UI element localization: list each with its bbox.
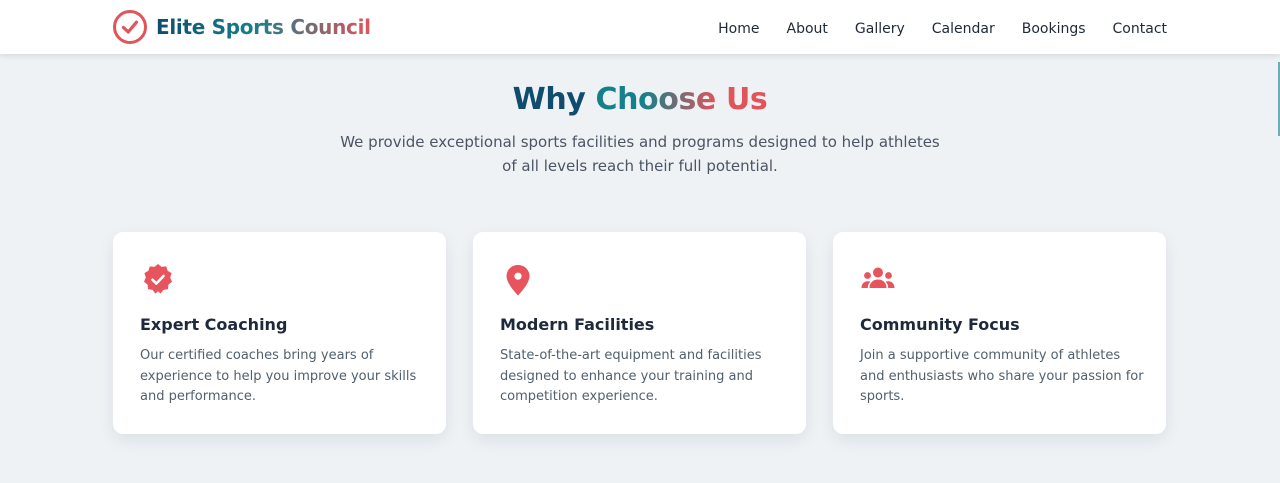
section-title-part-1: Why	[512, 82, 586, 117]
section-subtitle: We provide exceptional sports facilities…	[340, 133, 940, 175]
feature-card-expert-coaching: Expert Coaching Our certified coaches br…	[113, 232, 446, 434]
badge-check-icon	[144, 264, 172, 294]
nav-item-contact: Contact	[1113, 18, 1167, 37]
main-nav: Home About Gallery Calendar Bookings Con…	[718, 0, 1167, 54]
feature-title: Community Focus	[860, 315, 1020, 334]
nav-item-gallery: Gallery	[855, 18, 905, 37]
nav-item-about: About	[787, 18, 828, 37]
nav-link-bookings[interactable]: Bookings	[1022, 21, 1086, 37]
section-title-part-3: Us	[725, 82, 768, 117]
check-circle-icon	[113, 10, 147, 44]
nav-link-home[interactable]: Home	[718, 21, 759, 37]
section-title-part-2: Choose	[595, 82, 716, 117]
nav-item-calendar: Calendar	[932, 18, 995, 37]
feature-description: Join a supportive community of athletes …	[860, 348, 1144, 404]
map-pin-icon	[506, 265, 530, 296]
nav-link-gallery[interactable]: Gallery	[855, 21, 905, 37]
nav-link-about[interactable]: About	[787, 21, 828, 37]
feature-description: Our certified coaches bring years of exp…	[140, 348, 417, 404]
feature-title: Expert Coaching	[140, 315, 288, 334]
brand-logo-link[interactable]: Elite Sports Council	[112, 9, 371, 45]
nav-link-contact[interactable]: Contact	[1113, 21, 1167, 37]
top-navbar: Elite Sports Council Home About Gallery …	[0, 0, 1280, 54]
feature-card-community-focus: Community Focus Join a supportive commun…	[833, 232, 1166, 434]
nav-link-calendar[interactable]: Calendar	[932, 21, 995, 37]
feature-description: State-of-the-art equipment and facilitie…	[500, 348, 762, 404]
nav-item-home: Home	[718, 18, 759, 37]
feature-title: Modern Facilities	[500, 315, 655, 334]
brand-name: Elite Sports Council	[156, 15, 371, 39]
feature-card-modern-facilities: Modern Facilities State-of-the-art equip…	[473, 232, 806, 434]
section-title: Why Choose Us	[0, 80, 1280, 120]
nav-item-bookings: Bookings	[1022, 18, 1086, 37]
users-icon	[861, 267, 895, 288]
